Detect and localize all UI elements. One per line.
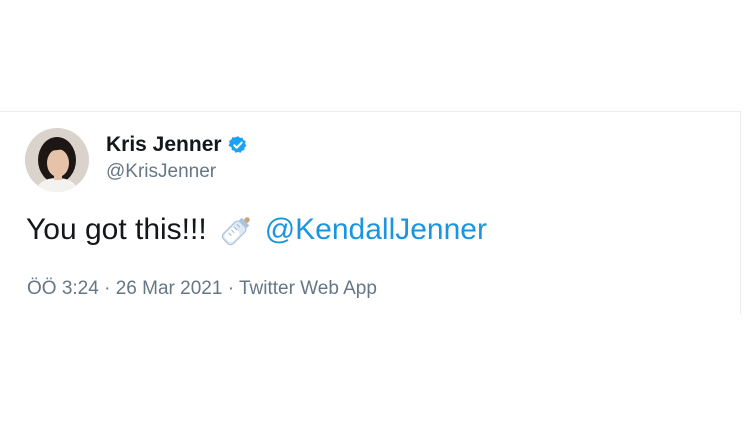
mention-link[interactable]: @KendallJenner xyxy=(265,213,487,247)
tweet-body-text: You got this!!! xyxy=(26,213,207,246)
meta-separator: · xyxy=(104,278,111,299)
tweet-date[interactable]: 26 Mar 2021 xyxy=(116,278,223,299)
name-row: Kris Jenner xyxy=(106,133,248,157)
meta-separator: · xyxy=(227,278,235,299)
author-handle[interactable]: @KrisJenner xyxy=(106,161,248,183)
tweet-text: You got this!!! @KendallJenner xyxy=(26,212,487,248)
tweet-card: Kris Jenner @KrisJenner You got this!!! xyxy=(0,111,741,314)
tweet-time[interactable]: ÖÖ 3:24 xyxy=(27,278,99,299)
author-names: Kris Jenner @KrisJenner xyxy=(106,133,248,183)
verified-badge-icon xyxy=(227,135,248,155)
baby-bottle-icon xyxy=(219,212,255,248)
tweet-header: Kris Jenner @KrisJenner xyxy=(25,128,248,192)
avatar[interactable] xyxy=(25,128,89,192)
display-name[interactable]: Kris Jenner xyxy=(106,133,222,157)
tweet-source[interactable]: Twitter Web App xyxy=(239,278,377,299)
tweet-meta: ÖÖ 3:24 · 26 Mar 2021 · Twitter Web App xyxy=(27,278,377,300)
